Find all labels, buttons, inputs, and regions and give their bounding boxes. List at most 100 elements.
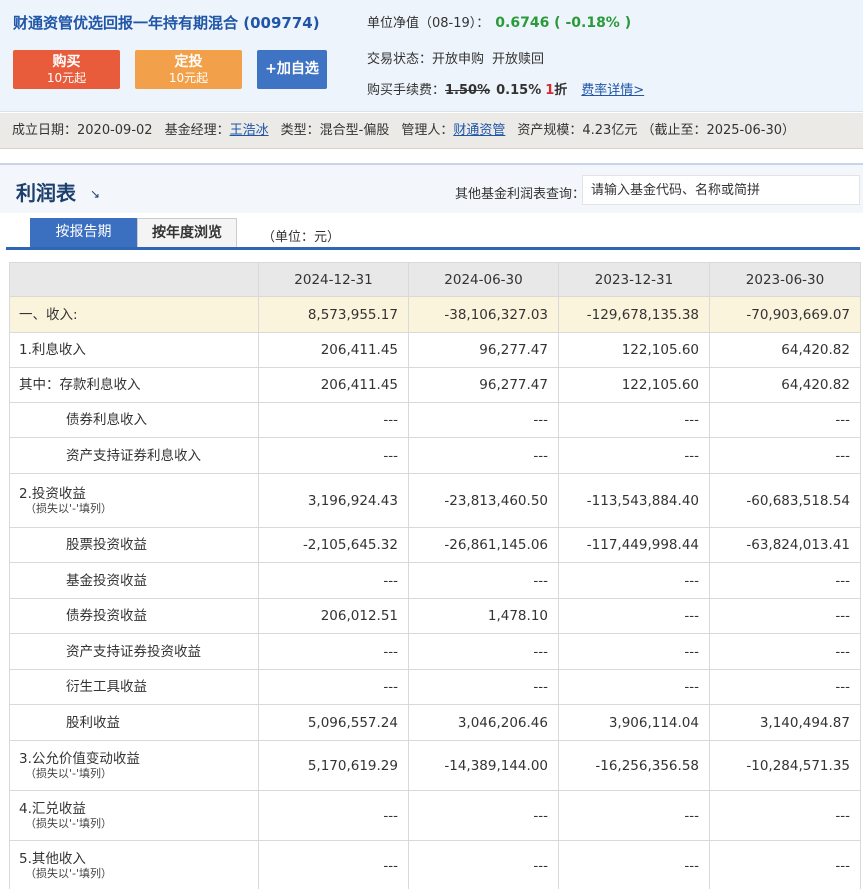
add-favorite-button[interactable]: +加自选	[257, 50, 327, 89]
column-header	[9, 262, 259, 297]
column-header: 2023-12-31	[558, 262, 710, 297]
value-cell: ---	[709, 562, 861, 599]
value-cell: ---	[709, 790, 861, 841]
fee-original: 1.50%	[445, 83, 491, 98]
value-cell: ---	[558, 669, 710, 705]
table-row: 股利收益 5,096,557.24 3,046,206.46 3,906,114.04…	[9, 704, 861, 741]
row-label: 资产支持证券投资收益	[66, 643, 201, 660]
custodian-label: 管理人：	[401, 123, 454, 138]
establish-label: 成立日期：	[12, 123, 78, 138]
row-label-cell: 1.利息收入	[9, 332, 259, 368]
value-cell: 64,420.82	[709, 367, 861, 403]
table-row: 1.利息收入 206,411.45 96,277.47 122,105.60 64,42…	[9, 332, 861, 368]
value-cell: ---	[408, 402, 559, 438]
value-cell: ---	[709, 402, 861, 438]
value-cell: 3,906,114.04	[558, 704, 710, 741]
value-cell: -129,678,135.38	[558, 296, 710, 333]
value-cell: ---	[709, 437, 861, 474]
value-cell: ---	[258, 840, 409, 889]
value-cell: -38,106,327.03	[408, 296, 559, 333]
row-label-cell: 资产支持证券投资收益	[9, 633, 259, 670]
value-cell: 1,478.10	[408, 598, 559, 634]
period-tabs: 按报告期 按年度浏览 （单位：元）	[6, 218, 860, 250]
fee-details-link[interactable]: 费率详情>	[581, 83, 644, 98]
table-row: 3.公允价值变动收益 （损失以'-'填列） 5,170,619.29 -14,389,…	[9, 740, 861, 791]
buy-button-sub: 10元起	[46, 71, 87, 85]
scale-label: 资产规模：	[517, 123, 583, 138]
scale-value: 4.23亿元 （截止至：2025-06-30）	[582, 123, 796, 138]
table-row: 一、收入: 8,573,955.17 -38,106,327.03 -129,678,…	[9, 296, 861, 333]
arrow-down-right-icon: ↘	[90, 187, 101, 201]
nav-value: 0.6746 ( -0.18% )	[495, 15, 632, 31]
row-label-cell: 2.投资收益 （损失以'-'填列）	[9, 473, 259, 528]
row-label: 股利收益	[66, 714, 120, 731]
value-cell: -63,824,013.41	[709, 527, 861, 563]
row-label-cell: 3.公允价值变动收益 （损失以'-'填列）	[9, 740, 259, 791]
fee-line: 购买手续费：1.50% 0.15% 1折 费率详情>	[367, 79, 644, 98]
value-cell: ---	[558, 402, 710, 438]
row-label-cell: 衍生工具收益	[9, 669, 259, 705]
value-cell: ---	[558, 840, 710, 889]
value-cell: ---	[408, 840, 559, 889]
section-title: 利润表	[16, 181, 76, 205]
column-header: 2023-06-30	[709, 262, 861, 297]
table-row: 5.其他收入 （损失以'-'填列） --- --- --- ---	[9, 840, 861, 889]
status-redeem: 开放赎回	[492, 52, 545, 67]
table-row: 股票投资收益 -2,105,645.32 -26,861,145.06 -117,44…	[9, 527, 861, 563]
tab-by-report-period[interactable]: 按报告期	[30, 218, 137, 247]
value-cell: ---	[558, 562, 710, 599]
tab-by-year[interactable]: 按年度浏览	[137, 218, 237, 247]
value-cell: -14,389,144.00	[408, 740, 559, 791]
plan-button[interactable]: 定投 10元起	[135, 50, 242, 89]
manager-link[interactable]: 王浩冰	[230, 123, 269, 138]
unit-note: （单位：元）	[262, 230, 341, 245]
table-row: 资产支持证券投资收益 --- --- --- ---	[9, 633, 861, 670]
fee-label: 购买手续费：	[367, 83, 446, 98]
value-cell: ---	[558, 437, 710, 474]
value-cell: ---	[408, 633, 559, 670]
row-label: 其中：存款利息收入	[19, 377, 141, 393]
table-row: 资产支持证券利息收入 --- --- --- ---	[9, 437, 861, 474]
fund-search-input[interactable]	[582, 175, 860, 205]
table-row: 4.汇兑收益 （损失以'-'填列） --- --- --- ---	[9, 790, 861, 841]
value-cell: ---	[258, 402, 409, 438]
value-cell: 96,277.47	[408, 367, 559, 403]
value-cell: -10,284,571.35	[709, 740, 861, 791]
row-label-cell: 其中：存款利息收入	[9, 367, 259, 403]
row-label: 债券投资收益	[66, 608, 147, 624]
value-cell: ---	[558, 790, 710, 841]
value-cell: ---	[408, 669, 559, 705]
value-cell: -117,449,998.44	[558, 527, 710, 563]
value-cell: ---	[258, 633, 409, 670]
value-cell: 8,573,955.17	[258, 296, 409, 333]
fund-info-bar: 成立日期：2020-09-02 基金经理：王浩冰 类型：混合型-偏股 管理人：财通资管…	[0, 113, 863, 149]
value-cell: -60,683,518.54	[709, 473, 861, 528]
row-label: 3.公允价值变动收益	[19, 751, 140, 767]
row-label: 衍生工具收益	[66, 679, 147, 695]
row-label-cell: 5.其他收入 （损失以'-'填列）	[9, 840, 259, 889]
row-label-cell: 债券投资收益	[9, 598, 259, 634]
type-label: 类型：	[280, 123, 320, 138]
row-label-cell: 股票投资收益	[9, 527, 259, 563]
value-cell: ---	[558, 598, 710, 634]
plan-button-sub: 10元起	[168, 71, 209, 85]
table-row: 其中：存款利息收入 206,411.45 96,277.47 122,105.60 64…	[9, 367, 861, 403]
column-header: 2024-12-31	[258, 262, 409, 297]
row-note: （损失以'-'填列）	[25, 502, 113, 515]
buy-button[interactable]: 购买 10元起	[13, 50, 120, 89]
status-label: 交易状态：	[367, 52, 433, 67]
fee-discount: 1	[545, 83, 555, 98]
table-row: 基金投资收益 --- --- --- ---	[9, 562, 861, 599]
plan-button-label: 定投	[174, 54, 203, 70]
value-cell: -70,903,669.07	[709, 296, 861, 333]
row-note: （损失以'-'填列）	[25, 867, 113, 880]
row-label-cell: 一、收入:	[9, 296, 259, 333]
row-label: 资产支持证券利息收入	[66, 447, 201, 464]
custodian-link[interactable]: 财通资管	[453, 123, 505, 138]
value-cell: -23,813,460.50	[408, 473, 559, 528]
query-label: 其他基金利润表查询：	[455, 187, 586, 202]
manager-label: 基金经理：	[164, 123, 230, 138]
nav-line: 单位净值（08-19）： 0.6746 ( -0.18% )	[367, 12, 631, 31]
table-row: 债券利息收入 --- --- --- ---	[9, 402, 861, 438]
value-cell: -16,256,356.58	[558, 740, 710, 791]
